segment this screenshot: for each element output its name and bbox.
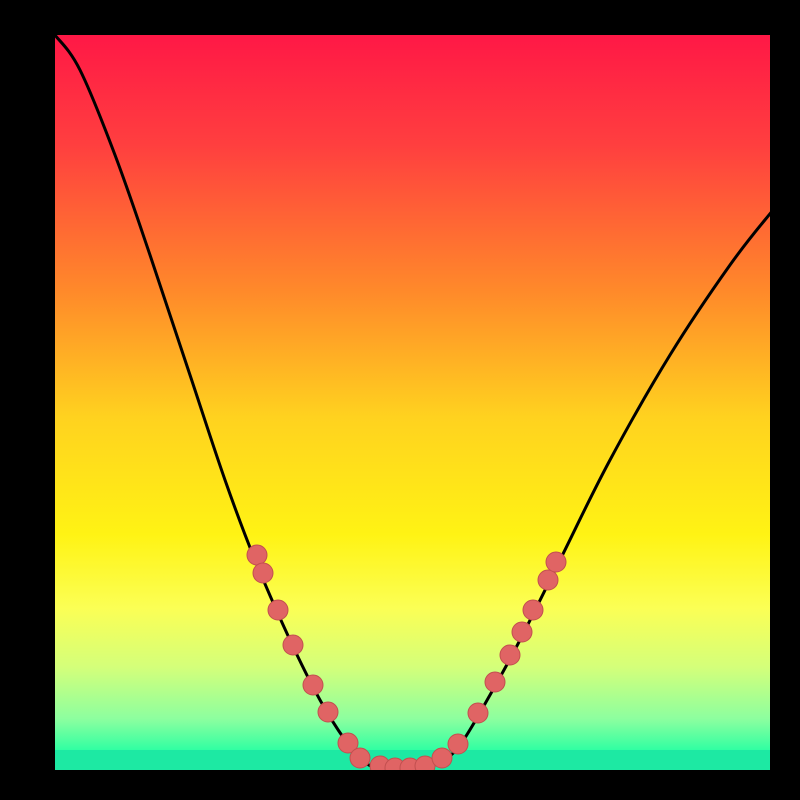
marker-dot	[283, 635, 303, 655]
marker-dot	[468, 703, 488, 723]
chart-frame: TheBottleneck.com	[0, 0, 800, 800]
marker-dot	[350, 748, 370, 768]
marker-dot	[512, 622, 532, 642]
marker-dot	[448, 734, 468, 754]
marker-dot	[485, 672, 505, 692]
plot-area	[55, 35, 773, 778]
marker-dot	[268, 600, 288, 620]
marker-dot	[247, 545, 267, 565]
gradient-bg	[55, 35, 770, 770]
marker-dot	[523, 600, 543, 620]
marker-dot	[538, 570, 558, 590]
marker-dot	[303, 675, 323, 695]
marker-dot	[318, 702, 338, 722]
marker-dot	[432, 748, 452, 768]
marker-dot	[253, 563, 273, 583]
bottleneck-chart	[0, 0, 800, 800]
marker-dot	[500, 645, 520, 665]
marker-dot	[546, 552, 566, 572]
